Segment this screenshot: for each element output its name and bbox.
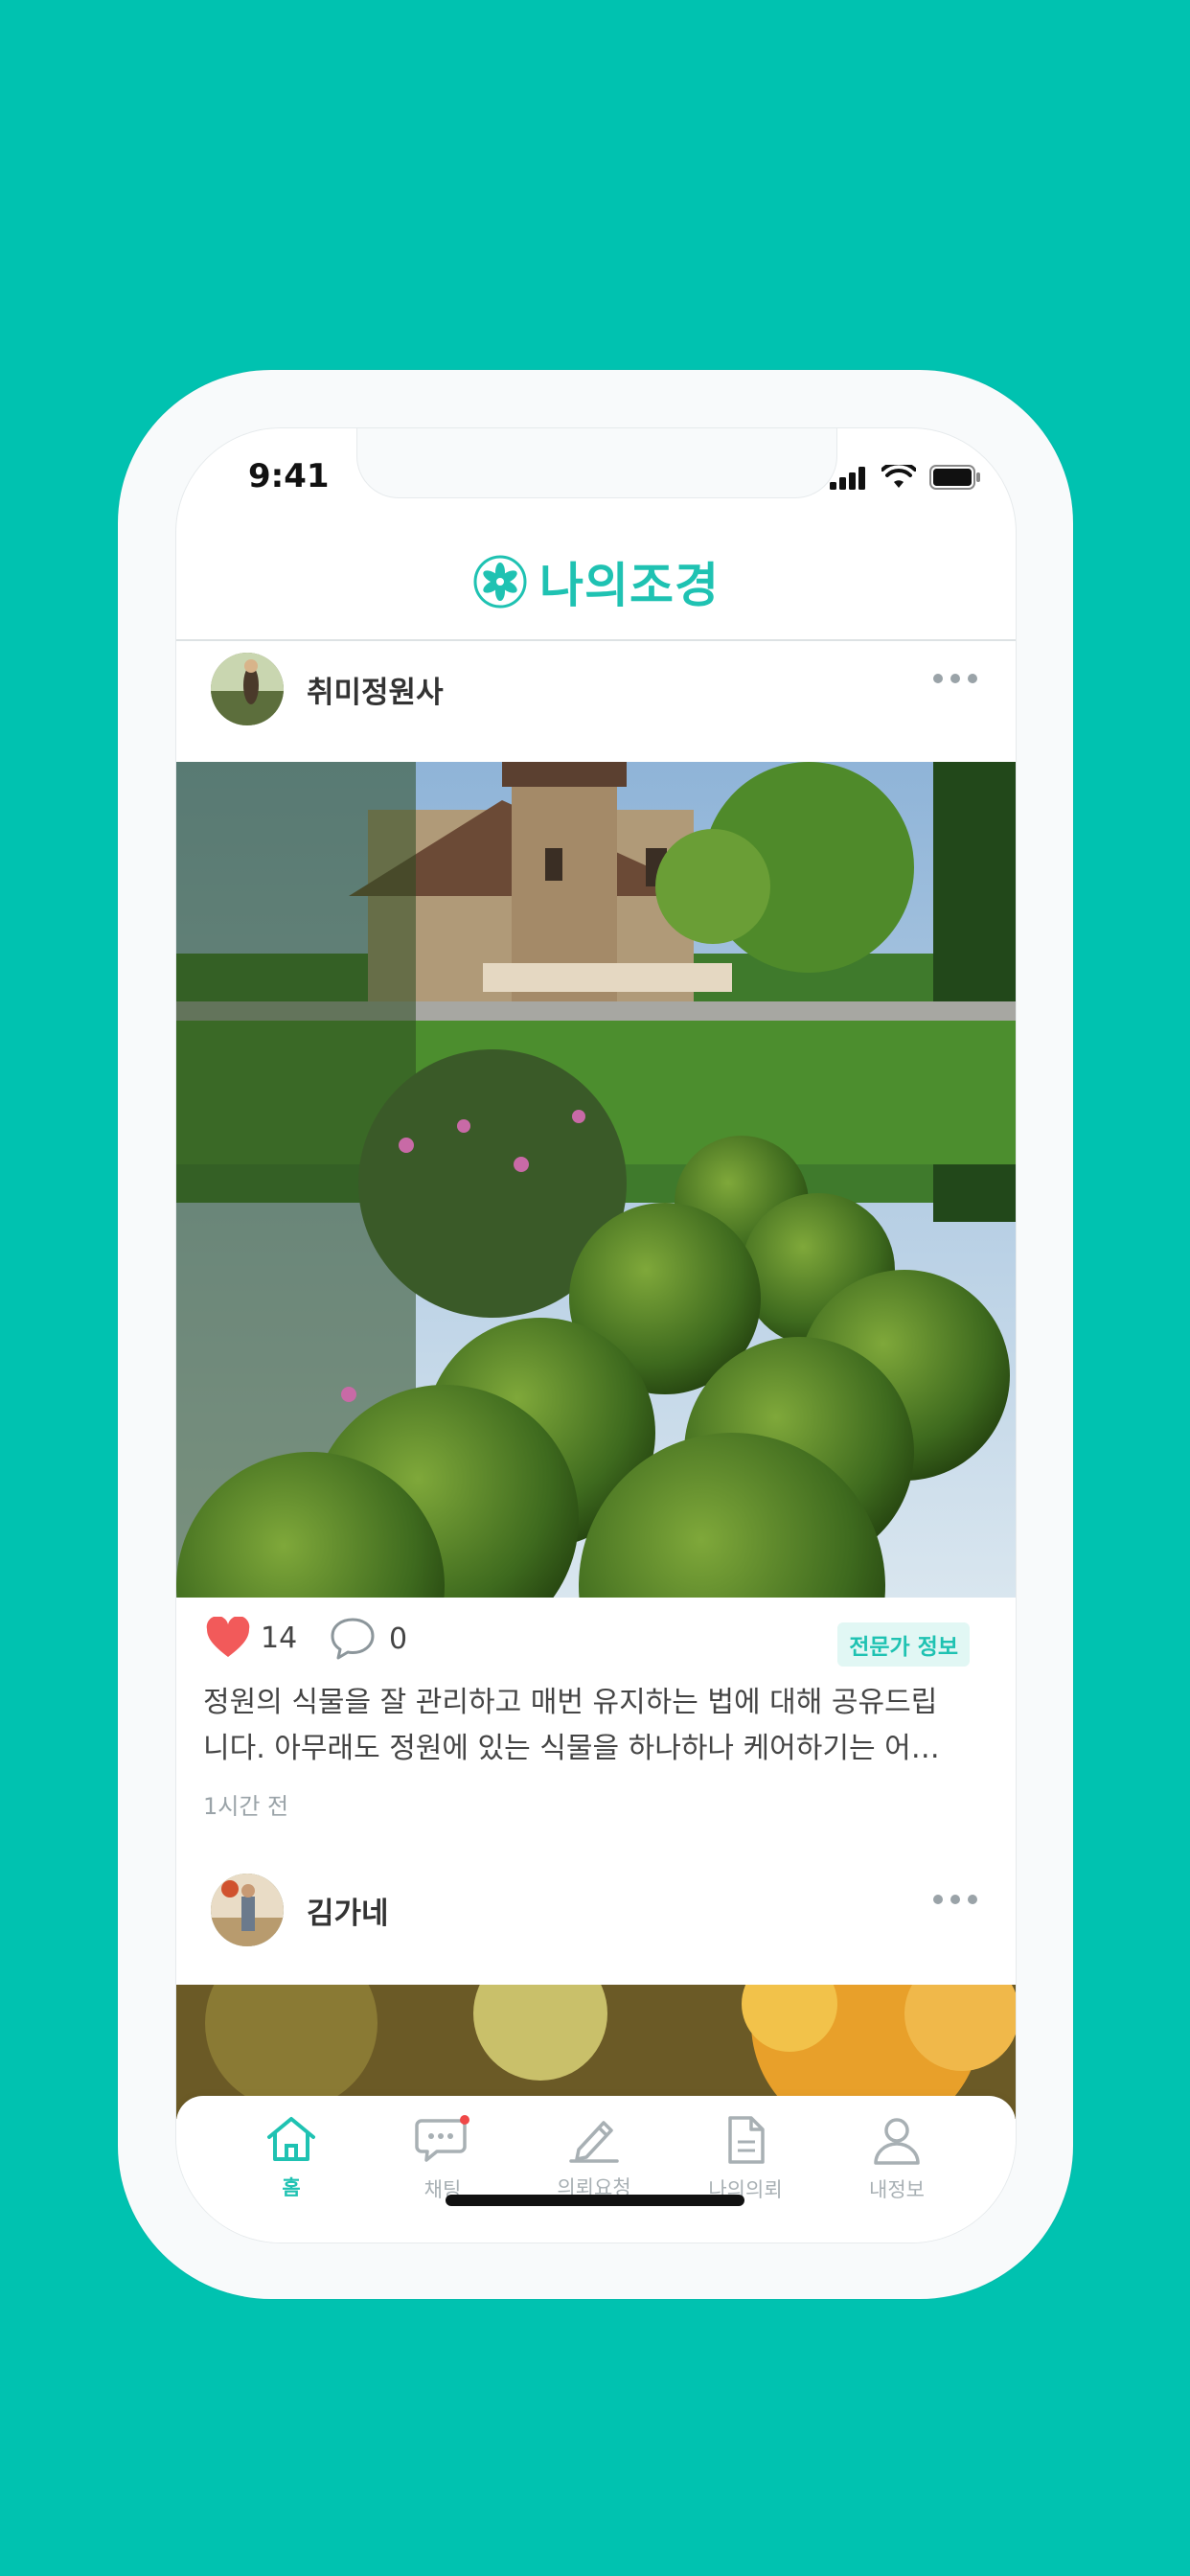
expert-badge: 전문가 정보: [837, 1622, 970, 1667]
comment-button[interactable]: 0: [330, 1617, 407, 1661]
comment-icon: [331, 1618, 375, 1660]
signal-icon: [830, 467, 865, 490]
like-button[interactable]: 14: [205, 1617, 297, 1659]
home-icon: [267, 2117, 315, 2161]
person-icon: [874, 2118, 920, 2165]
app-logo: 나의조경: [472, 547, 720, 616]
tab-my-info[interactable]: 내정보: [830, 2115, 964, 2203]
heart-icon: [206, 1617, 250, 1657]
comment-count: 0: [389, 1622, 408, 1656]
dot-icon: [968, 1895, 977, 1904]
tab-bar: 홈 채팅 의뢰요청 나의의뢰 내정보: [176, 2096, 1016, 2242]
tab-label: 홈: [282, 2176, 301, 2199]
post-time: 1시간 전: [203, 1793, 289, 1820]
post-caption[interactable]: 정원의 식물을 잘 관리하고 매번 유지하는 법에 대해 공유드립 니다. 아무…: [203, 1680, 970, 1772]
app-title: 나의조경: [539, 558, 720, 613]
post-author[interactable]: 취미정원사: [307, 668, 444, 711]
wifi-icon: [881, 465, 916, 488]
notch: [356, 428, 837, 498]
battery-icon: [929, 465, 980, 490]
dot-icon: [933, 674, 943, 683]
avatar[interactable]: [211, 1874, 284, 1946]
tab-home[interactable]: 홈: [224, 2115, 358, 2201]
chat-icon: [415, 2115, 469, 2162]
app-screen: 9:41 나의조경 취미정원사 14 0 전문가 정보 정원의 식물을 잘 관리…: [175, 427, 1017, 2243]
post-header: 김가네: [176, 1862, 1016, 1958]
more-options-button[interactable]: [933, 1895, 977, 1904]
phone-frame: 9:41 나의조경 취미정원사 14 0 전문가 정보 정원의 식물을 잘 관리…: [118, 370, 1073, 2299]
document-icon: [728, 2116, 765, 2164]
post-header: 취미정원사: [176, 641, 1016, 737]
dot-icon: [950, 1895, 960, 1904]
tab-chat[interactable]: 채팅: [376, 2115, 510, 2203]
caption-line: 정원의 식물을 잘 관리하고 매번 유지하는 법에 대해 공유드립: [203, 1686, 938, 1719]
avatar[interactable]: [211, 653, 284, 725]
pen-icon: [569, 2121, 619, 2163]
like-count: 14: [261, 1621, 298, 1655]
dot-icon: [950, 674, 960, 683]
tab-label: 내정보: [869, 2178, 925, 2201]
home-indicator[interactable]: [446, 2195, 744, 2206]
tab-request[interactable]: 의뢰요청: [527, 2115, 661, 2201]
more-options-button[interactable]: [933, 674, 977, 683]
tab-my-requests[interactable]: 나의의뢰: [678, 2115, 812, 2203]
status-icons: [830, 465, 981, 490]
dot-icon: [968, 674, 977, 683]
app-header: 나의조경: [176, 524, 1016, 641]
post-author[interactable]: 김가네: [307, 1889, 389, 1932]
status-time: 9:41: [248, 457, 330, 495]
flower-logo-icon: [473, 555, 527, 609]
post-actions: 14 0 전문가 정보: [176, 1598, 1016, 1667]
post-image[interactable]: [176, 762, 1016, 1739]
dot-icon: [933, 1895, 943, 1904]
caption-line: 니다. 아무래도 정원에 있는 식물을 하나하나 케어하기는 어…: [203, 1732, 940, 1765]
notification-dot-icon: [460, 2115, 469, 2125]
